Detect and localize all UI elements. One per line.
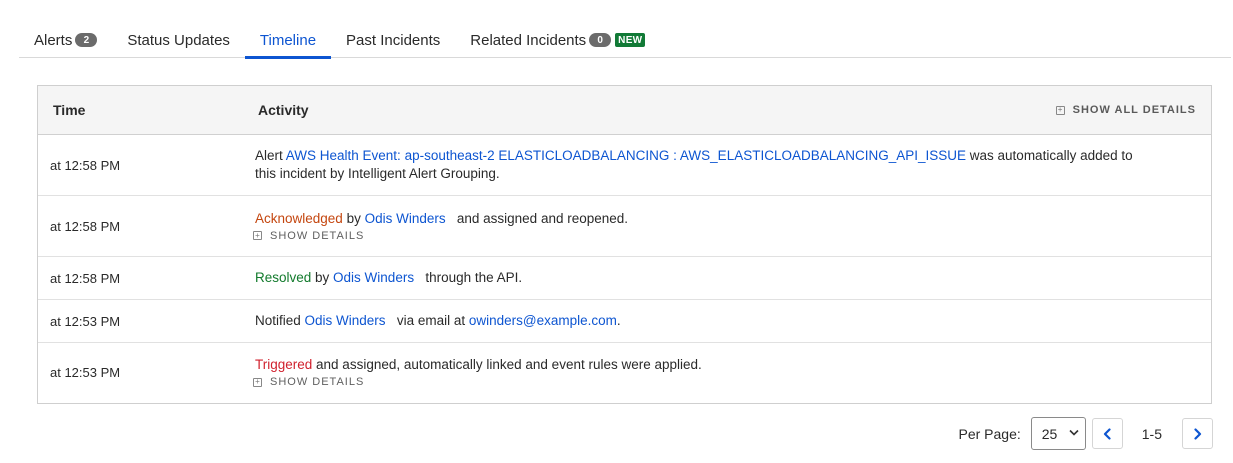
- activity-column-header: Activity: [258, 102, 309, 118]
- row-time: at 12:58 PM: [50, 218, 121, 234]
- tab-label: Status Updates: [127, 31, 230, 49]
- tab-label: Past Incidents: [346, 31, 441, 49]
- activity-mid: via email at: [396, 313, 469, 328]
- incident-tabs: Alerts 2 Status Updates Timeline Past In…: [19, 22, 1231, 59]
- new-badge: NEW: [615, 33, 646, 47]
- triggered-status: Triggered: [255, 357, 313, 372]
- chevron-right-icon: [1193, 427, 1201, 440]
- tab-timeline[interactable]: Timeline: [244, 22, 332, 59]
- activity-text: Acknowledged by Odis Winders and assigne…: [255, 210, 1135, 228]
- table-row: at 12:58 PM Resolved by Odis Winders thr…: [38, 257, 1211, 300]
- activity-prefix: Alert: [255, 148, 286, 163]
- tab-alerts[interactable]: Alerts 2: [19, 22, 112, 58]
- activity-rest: and assigned and reopened.: [456, 210, 629, 226]
- expand-icon: +: [1055, 105, 1065, 115]
- related-count-badge: 0: [589, 33, 612, 47]
- activity-by: by: [342, 210, 365, 226]
- activity-text: Resolved by Odis Winders through the API…: [255, 269, 1135, 287]
- tab-label: Timeline: [259, 31, 317, 49]
- show-all-details-button[interactable]: + SHOW ALL DETAILS: [1055, 86, 1196, 134]
- per-page-value: 25: [1041, 425, 1058, 442]
- email-link[interactable]: owinders@example.com: [469, 313, 617, 328]
- show-details-button[interactable]: + SHOW DETAILS: [253, 375, 1135, 389]
- tab-status-updates[interactable]: Status Updates: [112, 22, 245, 58]
- user-link[interactable]: Odis Winders: [305, 313, 386, 328]
- activity-rest: and assigned, automatically linked and e…: [312, 357, 702, 372]
- activity-by: by: [311, 270, 334, 285]
- table-row: at 12:58 PM Alert AWS Health Event: ap-s…: [38, 135, 1211, 196]
- activity-text: Notified Odis Winders via email at owind…: [255, 312, 1135, 330]
- row-time: at 12:58 PM: [50, 270, 121, 286]
- page-range: 1-5: [1141, 425, 1162, 442]
- row-activity: Acknowledged by Odis Winders and assigne…: [253, 196, 1135, 256]
- acknowledged-status: Acknowledged: [255, 210, 343, 226]
- time-column-header: Time: [53, 102, 86, 118]
- per-page-select[interactable]: 25: [1030, 417, 1086, 450]
- row-activity: Alert AWS Health Event: ap-southeast-2 E…: [255, 135, 1135, 195]
- activity-text: Alert AWS Health Event: ap-southeast-2 E…: [255, 147, 1135, 183]
- user-link[interactable]: Odis Winders: [333, 270, 414, 285]
- show-details-label: SHOW DETAILS: [270, 376, 365, 388]
- alerts-count-badge: 2: [75, 33, 98, 47]
- expand-icon: +: [253, 231, 262, 240]
- per-page-label: Per Page:: [958, 425, 1021, 442]
- tab-label: Alerts: [34, 31, 73, 49]
- expand-icon: +: [253, 377, 262, 387]
- pagination: Per Page: 25 1-5: [958, 417, 1213, 450]
- tab-related-incidents[interactable]: Related Incidents 0 NEW: [455, 22, 660, 58]
- tab-past-incidents[interactable]: Past Incidents: [331, 22, 455, 58]
- activity-rest: through the API.: [425, 270, 523, 285]
- show-details-button[interactable]: + SHOW DETAILS: [253, 229, 1135, 243]
- alert-link[interactable]: AWS Health Event: ap-southeast-2 ELASTIC…: [286, 148, 966, 163]
- activity-end: .: [616, 313, 621, 328]
- row-activity: Triggered and assigned, automatically li…: [253, 343, 1135, 402]
- show-all-details-label: SHOW ALL DETAILS: [1072, 104, 1196, 116]
- timeline-table: Time Activity + SHOW ALL DETAILS at 12:5…: [37, 85, 1212, 404]
- table-header: Time Activity + SHOW ALL DETAILS: [38, 86, 1211, 135]
- tab-label: Related Incidents: [470, 31, 587, 49]
- table-row: at 12:53 PM Triggered and assigned, auto…: [38, 343, 1211, 402]
- row-activity: Resolved by Odis Winders through the API…: [255, 257, 1135, 299]
- resolved-status: Resolved: [255, 270, 312, 285]
- table-row: at 12:58 PM Acknowledged by Odis Winders…: [38, 196, 1211, 257]
- table-row: at 12:53 PM Notified Odis Winders via em…: [38, 300, 1211, 343]
- previous-page-button[interactable]: [1091, 418, 1123, 449]
- row-time: at 12:53 PM: [50, 313, 121, 329]
- row-time: at 12:58 PM: [50, 157, 121, 173]
- activity-text: Triggered and assigned, automatically li…: [255, 356, 1135, 374]
- row-time: at 12:53 PM: [50, 365, 121, 380]
- chevron-down-icon: [1069, 428, 1079, 439]
- show-details-label: SHOW DETAILS: [270, 229, 365, 242]
- activity-prefix: Notified: [255, 313, 305, 328]
- next-page-button[interactable]: [1182, 418, 1213, 449]
- row-activity: Notified Odis Winders via email at owind…: [255, 300, 1135, 342]
- chevron-left-icon: [1104, 427, 1111, 440]
- user-link[interactable]: Odis Winders: [365, 211, 446, 226]
